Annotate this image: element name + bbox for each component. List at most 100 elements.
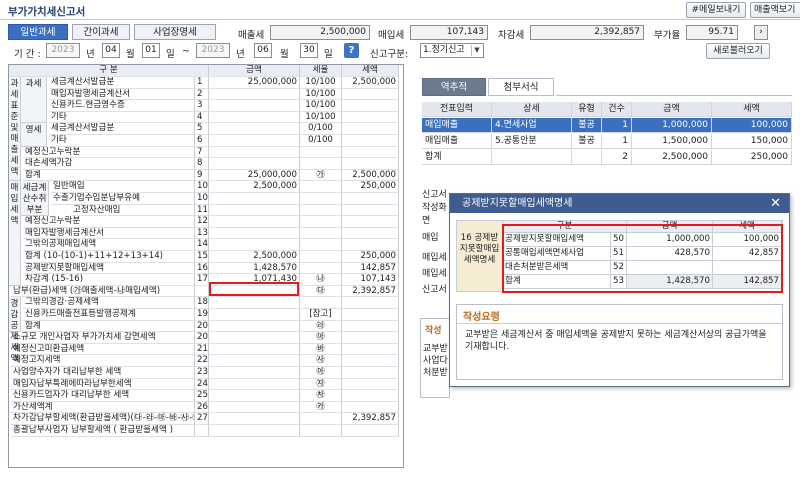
cell-amount[interactable] bbox=[209, 320, 300, 333]
cell-amount[interactable] bbox=[209, 193, 300, 205]
cell-tax[interactable] bbox=[342, 216, 399, 228]
cell-amount[interactable] bbox=[209, 135, 300, 147]
cell-amount[interactable] bbox=[209, 227, 300, 240]
cell-amount[interactable]: 2,500,000 bbox=[209, 251, 300, 263]
cell-tax[interactable] bbox=[342, 111, 399, 124]
cell-amount[interactable] bbox=[209, 425, 300, 437]
to-day-input[interactable]: 30 bbox=[300, 43, 318, 58]
purchase-tax-value: 107,143 bbox=[410, 25, 488, 40]
cell-amount[interactable] bbox=[209, 158, 300, 170]
cell-amount[interactable] bbox=[209, 378, 300, 391]
to-year-input[interactable]: 2023 bbox=[196, 43, 230, 58]
cell-amount[interactable] bbox=[209, 309, 300, 321]
cell-amount[interactable]: 25,000,000 bbox=[209, 169, 300, 182]
trace-table-row[interactable]: 합계 2 2,500,000 250,000 bbox=[422, 150, 792, 165]
cell-amount[interactable] bbox=[209, 239, 300, 251]
cell-tax[interactable] bbox=[342, 204, 399, 217]
cell-amount[interactable] bbox=[209, 146, 300, 159]
reload-button[interactable]: 새로불러오기 bbox=[706, 43, 770, 59]
cell-amount[interactable] bbox=[209, 111, 300, 124]
cell-tax[interactable] bbox=[342, 332, 399, 344]
cell-label: 세금계산서발급분 bbox=[49, 77, 195, 89]
cell-amount[interactable] bbox=[209, 204, 300, 217]
cell-amount[interactable]: 1,428,570 bbox=[209, 262, 300, 275]
sales-view-button[interactable]: 매출액보기 bbox=[750, 2, 800, 18]
from-day-input[interactable]: 01 bbox=[142, 43, 160, 58]
cell-tax[interactable] bbox=[342, 239, 399, 251]
cell-tax[interactable]: 250,000 bbox=[342, 251, 399, 263]
cell-tax[interactable] bbox=[342, 135, 399, 147]
fragment-text: 신고서작성화면 bbox=[422, 190, 447, 226]
cell-amount[interactable] bbox=[209, 367, 300, 379]
cell-tax[interactable] bbox=[342, 425, 399, 437]
from-month-input[interactable]: 04 bbox=[102, 43, 120, 58]
cell-label: 합계 bbox=[23, 320, 195, 333]
cell-amount[interactable] bbox=[209, 332, 300, 344]
cell-tax[interactable] bbox=[342, 309, 399, 321]
year-unit: 년 bbox=[86, 49, 95, 60]
chevron-right-icon[interactable]: › bbox=[754, 25, 768, 40]
email-button[interactable]: #메일보내기 bbox=[686, 2, 746, 18]
tab-general[interactable]: 일반과세 bbox=[8, 24, 68, 40]
cell-amount[interactable] bbox=[209, 343, 300, 356]
cell-amount[interactable] bbox=[209, 88, 300, 101]
cell-tax[interactable] bbox=[342, 320, 399, 333]
cell-tax[interactable]: 2,392,857 bbox=[342, 413, 399, 425]
cell-tax[interactable] bbox=[342, 227, 399, 240]
tab-simplified[interactable]: 간이과세 bbox=[72, 24, 130, 40]
cell-tax[interactable]: 2,500,000 bbox=[342, 77, 399, 89]
cell-amount[interactable]: 25,000,000 bbox=[209, 77, 300, 89]
cell-tax[interactable]: 2,500,000 bbox=[342, 169, 399, 182]
cell-tax[interactable] bbox=[342, 88, 399, 101]
cell-tax[interactable]: 107,143 bbox=[342, 274, 399, 286]
cell-tax[interactable]: 142,857 bbox=[342, 262, 399, 275]
tab-business-detail[interactable]: 사업장명세 bbox=[134, 24, 216, 40]
cell-tax[interactable] bbox=[342, 100, 399, 112]
table-row: 신용카드.현금영수증 3 10/100 bbox=[9, 100, 399, 112]
cell-amount[interactable] bbox=[209, 401, 300, 414]
table-row: 가산세액계 26 ㉸ bbox=[9, 401, 399, 414]
cell-no: 4 bbox=[195, 111, 209, 124]
cell-no: 2 bbox=[195, 88, 209, 101]
cell-tax[interactable] bbox=[342, 123, 399, 135]
sales-tax-label: 매출세 bbox=[238, 30, 265, 41]
cell-tax[interactable]: 2,392,857 bbox=[342, 285, 399, 298]
close-icon[interactable]: ✕ bbox=[770, 194, 781, 213]
cell-tax[interactable] bbox=[342, 390, 399, 402]
table-row: 공제받지못할매입세액 16 1,428,570 142,857 bbox=[9, 262, 399, 275]
cell-tax[interactable] bbox=[342, 367, 399, 379]
cell-amount[interactable] bbox=[209, 100, 300, 112]
cell-tax[interactable] bbox=[342, 378, 399, 391]
report-type-select[interactable]: 1.정기신고 ▼ bbox=[420, 43, 484, 58]
cell-amount[interactable] bbox=[209, 355, 300, 367]
cell-amount[interactable]: 2,500,000 bbox=[209, 181, 300, 193]
cell-amount[interactable] bbox=[209, 390, 300, 402]
tab-trace[interactable]: 역추적 bbox=[422, 78, 486, 96]
trace-table-row[interactable]: 매입매출 5.공통안분 불공 1 1,500,000 150,000 bbox=[422, 134, 792, 149]
cell-label: 그밖의경감·공제세액 bbox=[23, 297, 195, 309]
trace-table-row[interactable]: 매입매출 4.면세사업 불공 1 1,000,000 100,000 bbox=[422, 118, 792, 133]
cell-tax[interactable] bbox=[342, 193, 399, 205]
cell-amount[interactable] bbox=[209, 297, 300, 309]
cell-amount[interactable] bbox=[209, 216, 300, 228]
table-row: 소규모 개인사업자 부가가치세 감면세액20-1 ㉲ bbox=[9, 332, 399, 344]
table-row: 세금계산서발급분 5 0/100 bbox=[9, 123, 399, 135]
cell-no: 9 bbox=[195, 169, 209, 182]
tab-attachment[interactable]: 첨부서식 bbox=[488, 78, 554, 96]
help-icon[interactable]: ? bbox=[344, 43, 359, 58]
cell-tax[interactable] bbox=[342, 297, 399, 309]
cell-rate: ㉲ bbox=[300, 332, 342, 344]
cell-tax[interactable] bbox=[342, 146, 399, 159]
cell-tax[interactable]: 250,000 bbox=[342, 181, 399, 193]
cell-tax[interactable] bbox=[342, 158, 399, 170]
to-month-input[interactable]: 06 bbox=[254, 43, 272, 58]
cell-amount[interactable] bbox=[209, 123, 300, 135]
cell-no: 25 bbox=[195, 390, 209, 402]
cell-rate bbox=[300, 425, 342, 437]
cell-tax[interactable] bbox=[342, 343, 399, 356]
from-year-input[interactable]: 2023 bbox=[46, 43, 80, 58]
cell-tax[interactable] bbox=[342, 355, 399, 367]
cell-amount[interactable] bbox=[209, 413, 300, 425]
cell-tax[interactable] bbox=[342, 401, 399, 414]
cell-no: 16 bbox=[195, 262, 209, 275]
